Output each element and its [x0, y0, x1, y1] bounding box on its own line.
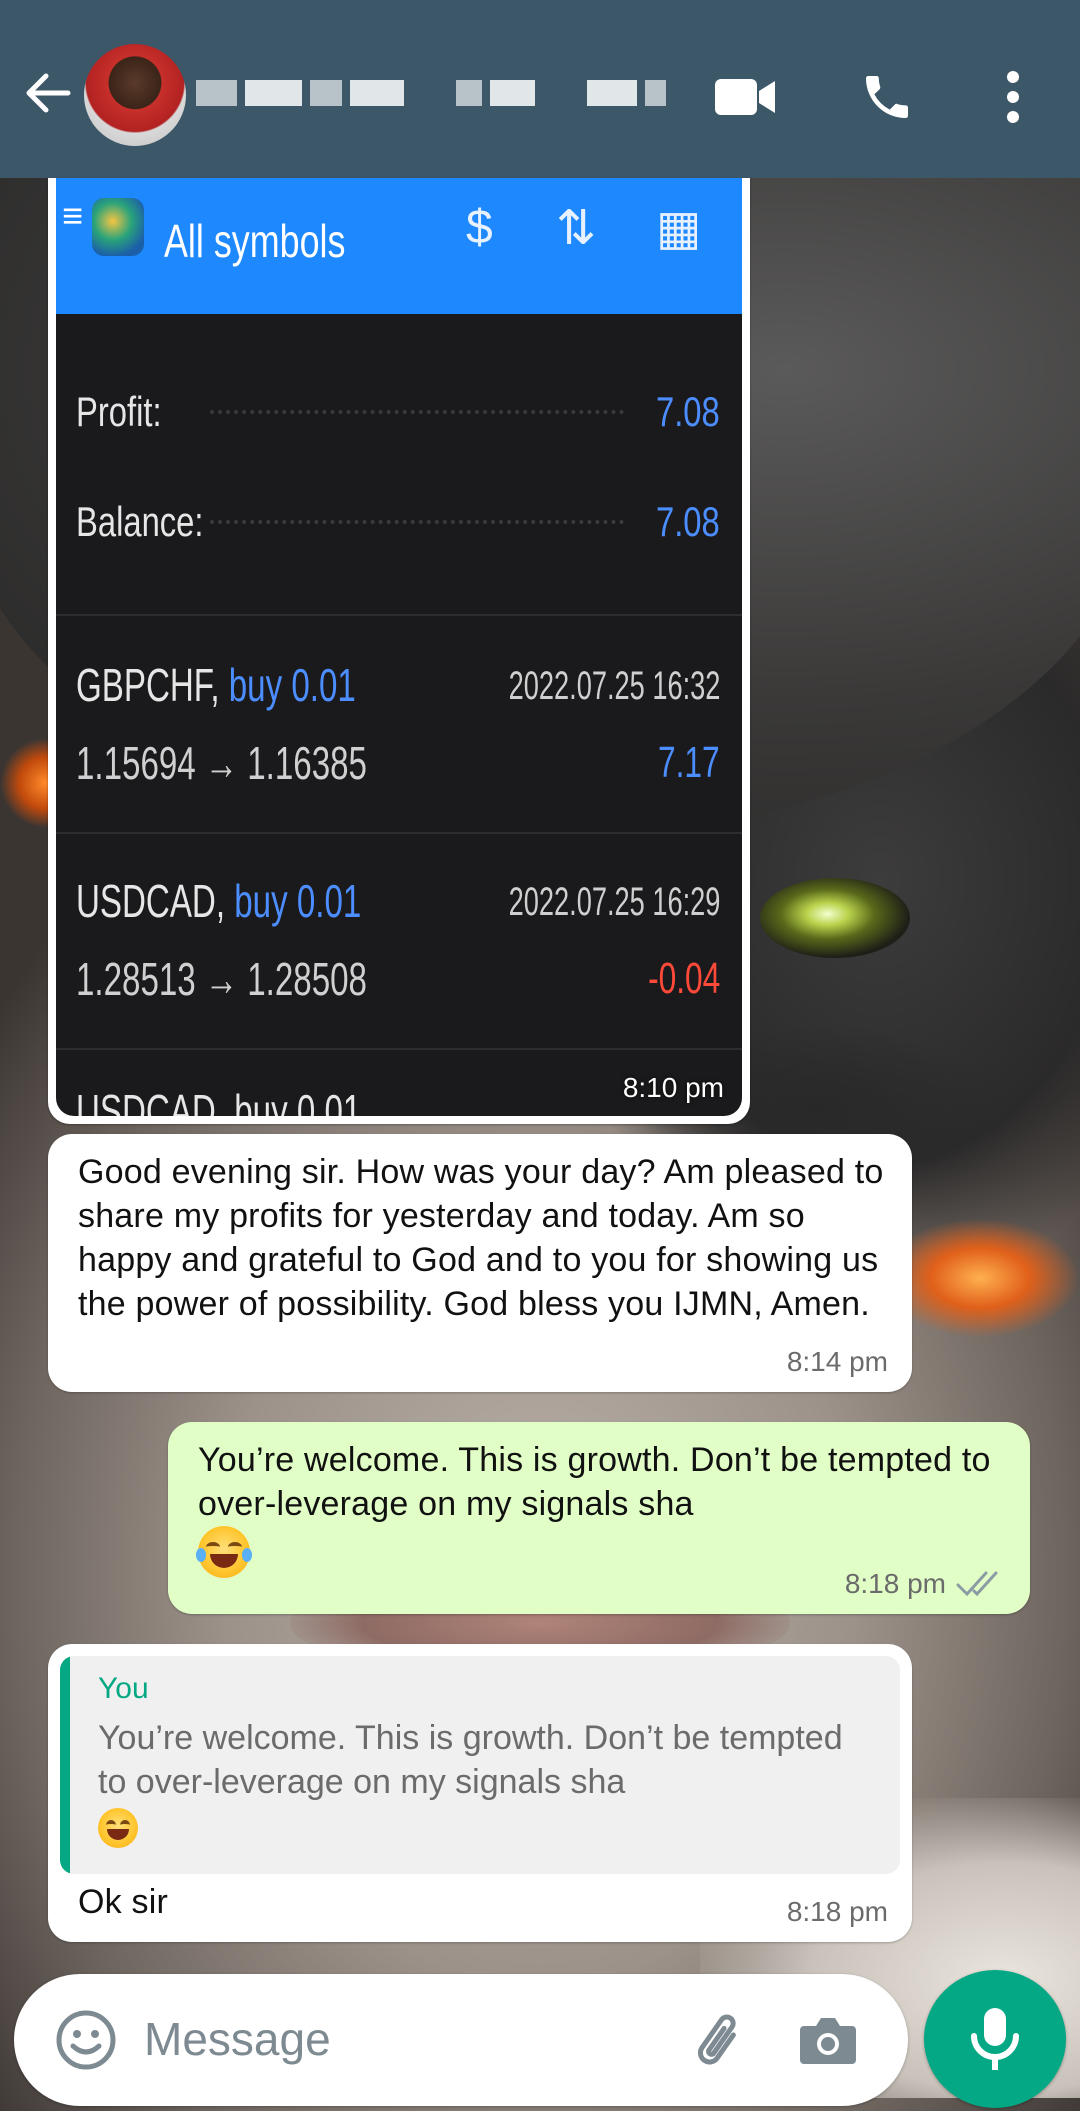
broker-title: All symbols [164, 215, 346, 267]
chat-header [0, 0, 1080, 178]
currency-icon: $ [466, 201, 493, 254]
broker-app-bar: ≡ All symbols $ ⇅ ▦ [56, 178, 742, 314]
message-text: You’re welcome. This is growth. Don’t be… [196, 1438, 998, 1578]
profit-row: Profit: 7.08 [76, 388, 720, 435]
trade-row: USDCAD, buy 0.01 2022.07.25 16:29 1.2851… [76, 875, 720, 1005]
incoming-message[interactable]: Good evening sir. How was your day? Am p… [48, 1134, 912, 1392]
incoming-reply-message[interactable]: You You’re welcome. This is growth. Don’… [48, 1644, 912, 1942]
back-arrow-icon[interactable] [22, 68, 72, 118]
overflow-menu-icon[interactable] [978, 62, 1048, 132]
trade-row: GBPCHF, buy 0.01 2022.07.25 16:32 1.1569… [76, 659, 720, 789]
image-message-bubble[interactable]: ≡ All symbols $ ⇅ ▦ Profit: 7.08 Balance… [48, 178, 750, 1124]
sort-icon: ⇅ [556, 202, 597, 255]
balance-row: Balance: 7.08 [76, 498, 720, 545]
outgoing-message[interactable]: You’re welcome. This is growth. Don’t be… [168, 1422, 1030, 1614]
message-time: 8:18 pm [786, 1896, 888, 1927]
message-time: 8:14 pm [786, 1346, 888, 1377]
message-time: 8:10 pm [622, 1072, 724, 1103]
voice-call-icon[interactable] [852, 62, 922, 132]
message-text: Good evening sir. How was your day? Am p… [78, 1153, 884, 1323]
message-composer: Message [14, 1974, 908, 2106]
face-with-tears-of-joy-icon [98, 1808, 138, 1849]
quoted-message[interactable]: You You’re welcome. This is growth. Don’… [60, 1656, 900, 1874]
calculator-icon: ▦ [656, 202, 702, 255]
mic-button[interactable] [924, 1970, 1066, 2108]
message-input[interactable]: Message [144, 2012, 331, 2066]
message-text: Ok sir [78, 1883, 168, 1921]
contact-avatar[interactable] [84, 44, 186, 146]
face-with-tears-of-joy-icon [196, 1526, 252, 1578]
message-time: 8:18 pm [845, 1568, 1006, 1600]
double-check-read-icon [956, 1571, 998, 1597]
contact-name-pixelated[interactable] [196, 64, 666, 122]
emoji-icon[interactable] [50, 2004, 122, 2076]
attach-icon[interactable] [680, 2004, 752, 2076]
quote-author: You [98, 1672, 149, 1705]
trading-screenshot[interactable]: ≡ All symbols $ ⇅ ▦ Profit: 7.08 Balance… [56, 178, 742, 1116]
quote-text: You’re welcome. This is growth. Don’t be… [98, 1716, 880, 1849]
video-call-icon[interactable] [710, 62, 780, 132]
broker-logo [92, 198, 144, 256]
menu-icon: ≡ [62, 195, 84, 236]
mic-icon [971, 2008, 1019, 2070]
camera-icon[interactable] [792, 2004, 864, 2076]
